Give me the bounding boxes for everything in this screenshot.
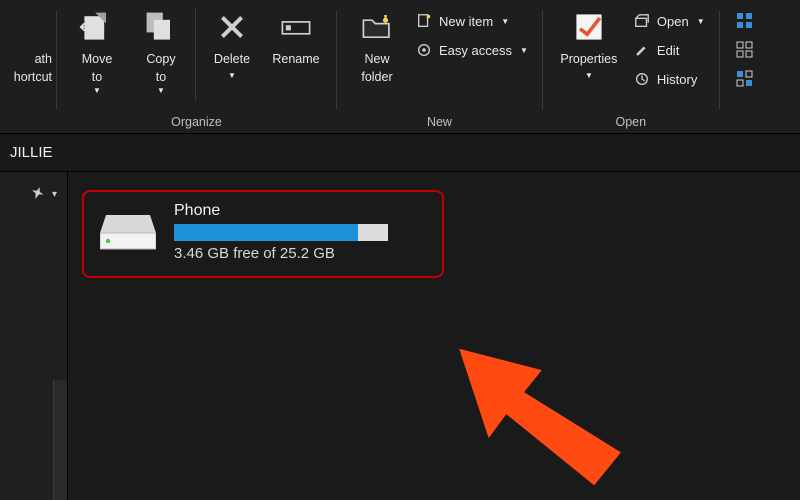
easy-access-icon [415,41,433,59]
properties-label: Properties [560,52,617,68]
edit-label: Edit [657,43,679,58]
new-folder-label-1: New [364,52,389,68]
chevron-down-icon: ▼ [156,86,166,96]
select-none-button[interactable] [734,37,756,63]
paste-shortcut-label-partial: hortcut [14,70,52,86]
move-to-label-2: to [92,70,102,84]
drive-icon [100,211,156,253]
history-icon [633,70,651,88]
move-to-icon [78,8,116,46]
edit-icon [633,41,651,59]
drive-name: Phone [174,202,388,220]
copy-path-label-partial: ath [35,52,52,68]
new-folder-button[interactable]: New folder [345,4,409,89]
main-pane: Phone 3.46 GB free of 25.2 GB [68,172,800,500]
capacity-bar [174,224,388,241]
drive-info: Phone 3.46 GB free of 25.2 GB [174,202,388,262]
delete-label: Delete [214,52,250,68]
copy-to-label-1: Copy [146,52,175,68]
chevron-down-icon: ▾ [52,189,57,200]
chevron-down-icon: ▼ [520,46,528,55]
select-none-icon [736,41,754,59]
content-area: ▾ Phone 3.46 GB [0,172,800,500]
rename-icon [277,8,315,46]
quick-access-pin-row[interactable]: ▾ [4,180,63,209]
rename-button[interactable]: Rename [264,4,328,72]
select-all-button[interactable] [734,8,756,34]
ribbon-group-organize: Move to ▼ Copy to ▼ [57,4,336,133]
chevron-down-icon: ▼ [501,17,509,26]
chevron-down-icon: ▼ [92,86,102,96]
drive-free-text: 3.46 GB free of 25.2 GB [174,245,388,262]
chevron-down-icon: ▼ [228,71,236,81]
move-to-label-1: Move [82,52,113,68]
properties-icon [570,8,608,46]
ribbon-group-new: New folder New item ▼ Easy access ▼ [337,4,542,133]
copy-to-button[interactable]: Copy to ▼ [129,4,193,100]
delete-button[interactable]: Delete ▼ [200,4,264,85]
ribbon-group-label-new: New [427,115,452,129]
edit-button[interactable]: Edit [631,37,707,63]
history-label: History [657,72,697,87]
new-folder-icon [358,8,396,46]
ribbon-clipboard-partial: ath hortcut [0,4,56,89]
ribbon-group-open: Properties ▼ Open ▼ Edit [543,4,719,133]
invert-selection-button[interactable] [734,66,756,92]
easy-access-label: Easy access [439,43,512,58]
drive-item-phone[interactable]: Phone 3.46 GB free of 25.2 GB [100,202,424,262]
open-label: Open [657,14,689,29]
chevron-down-icon: ▼ [585,71,593,81]
rename-label: Rename [272,52,319,68]
ribbon-separator [195,8,196,100]
capacity-fill [174,224,358,241]
ribbon: ath hortcut Move to ▼ [0,0,800,134]
ribbon-group-select-partial [720,4,760,133]
open-button[interactable]: Open ▼ [631,8,707,34]
pin-icon [27,184,46,205]
chevron-down-icon: ▼ [697,17,705,26]
open-icon [633,12,651,30]
history-button[interactable]: History [631,66,707,92]
easy-access-button[interactable]: Easy access ▼ [413,37,530,63]
invert-selection-icon [736,70,754,88]
ribbon-group-label-open: Open [615,115,646,129]
paste-shortcut-icon [14,8,52,46]
copy-to-label-2: to [156,70,166,84]
move-to-button[interactable]: Move to ▼ [65,4,129,100]
properties-button[interactable]: Properties ▼ [551,4,627,85]
select-all-icon [736,12,754,30]
new-item-icon [415,12,433,30]
ribbon-group-label-organize: Organize [171,115,222,129]
new-item-label: New item [439,14,493,29]
new-item-button[interactable]: New item ▼ [413,8,530,34]
breadcrumb-location: JILLIE [10,144,53,161]
copy-to-icon [142,8,180,46]
annotation-highlight: Phone 3.46 GB free of 25.2 GB [82,190,444,278]
new-folder-label-2: folder [361,70,392,86]
breadcrumb[interactable]: JILLIE [0,134,800,172]
nav-scrollbar-stub [53,380,67,500]
delete-icon [213,8,251,46]
navigation-pane[interactable]: ▾ [0,172,68,500]
